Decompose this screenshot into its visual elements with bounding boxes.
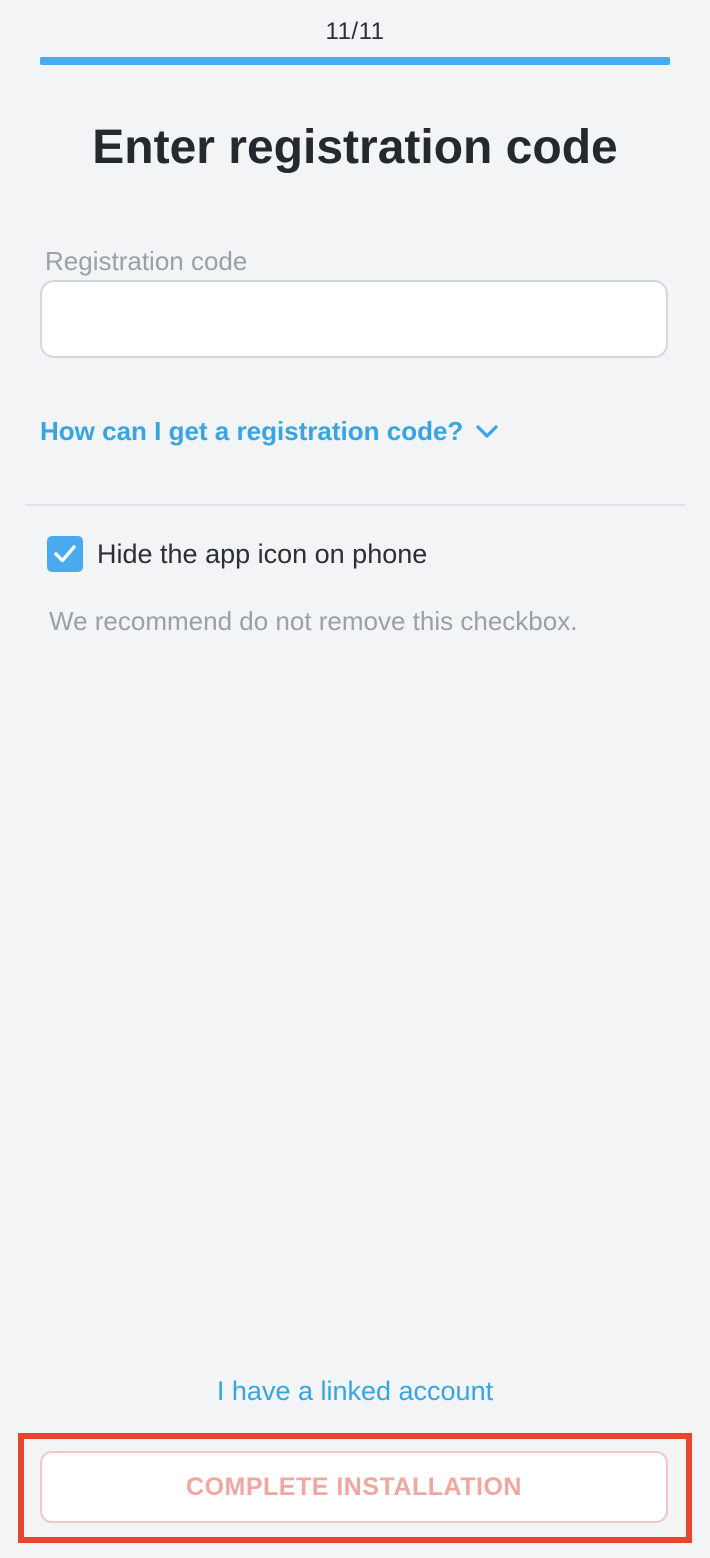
progress-bar-fill: [40, 57, 670, 65]
hide-app-icon-checkbox[interactable]: [47, 536, 83, 572]
registration-code-help-link[interactable]: How can I get a registration code?: [40, 416, 499, 447]
checkmark-icon: [54, 545, 76, 563]
registration-code-label: Registration code: [45, 246, 248, 276]
hide-app-icon-option[interactable]: Hide the app icon on phone: [47, 536, 427, 572]
divider: [25, 504, 685, 506]
registration-code-input[interactable]: [40, 280, 668, 358]
linked-account-link[interactable]: I have a linked account: [0, 1376, 710, 1407]
help-link-label: How can I get a registration code?: [40, 416, 464, 446]
hide-app-icon-label: Hide the app icon on phone: [97, 538, 428, 569]
page-title: Enter registration code: [92, 121, 618, 174]
progress-bar: [40, 57, 670, 65]
chevron-down-icon: [476, 424, 498, 438]
step-counter: 11/11: [325, 18, 385, 45]
checkbox-hint: We recommend do not remove this checkbox…: [49, 606, 578, 636]
complete-installation-button[interactable]: COMPLETE INSTALLATION: [40, 1451, 668, 1523]
